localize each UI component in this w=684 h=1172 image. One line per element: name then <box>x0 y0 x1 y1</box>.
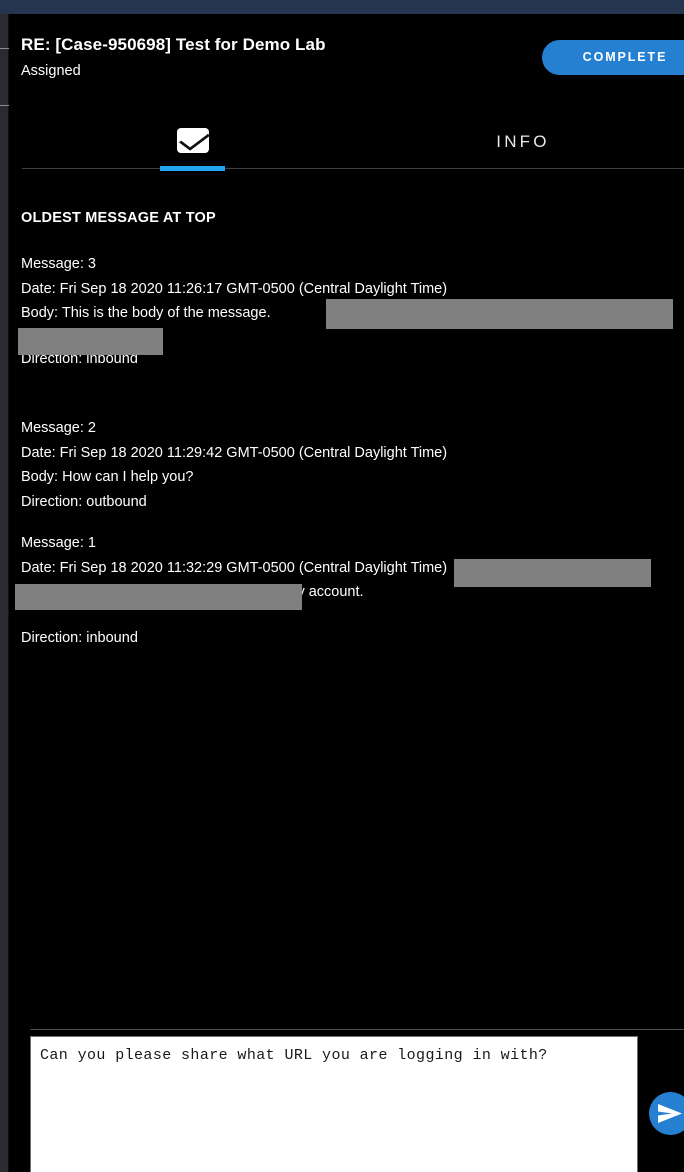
compose-area <box>10 1015 684 1172</box>
reply-input[interactable] <box>30 1036 638 1172</box>
redaction-bar <box>454 559 651 587</box>
page-title: RE: [Case-950698] Test for Demo Lab <box>21 35 326 54</box>
tab-info[interactable]: INFO <box>430 100 616 177</box>
tab-messages[interactable] <box>130 100 256 177</box>
main-panel: RE: [Case-950698] Test for Demo Lab Assi… <box>10 14 684 1172</box>
message-date: Date: Fri Sep 18 2020 11:26:17 GMT-0500 … <box>21 280 448 297</box>
message-item: Message: 2 Date: Fri Sep 18 2020 11:29:4… <box>21 416 684 514</box>
redaction-bar <box>15 584 302 610</box>
case-header: RE: [Case-950698] Test for Demo Lab Assi… <box>10 14 684 100</box>
redaction-bar <box>18 328 163 355</box>
message-date: Date: Fri Sep 18 2020 11:29:42 GMT-0500 … <box>21 444 448 461</box>
complete-button[interactable]: COMPLETE <box>542 40 684 75</box>
tab-bar: INFO <box>10 100 684 177</box>
case-detail-window: RE: [Case-950698] Test for Demo Lab Assi… <box>0 0 684 1172</box>
left-gutter-rail <box>0 14 9 1172</box>
message-number: Message: 2 <box>21 420 96 436</box>
tab-info-label: INFO <box>496 132 550 151</box>
send-paper-plane-icon <box>658 1104 682 1123</box>
rail-divider <box>0 48 9 49</box>
envelope-icon <box>177 128 209 153</box>
message-direction: Direction: outbound <box>21 493 147 510</box>
send-button[interactable] <box>649 1092 684 1135</box>
message-body: Body: How can I help you? <box>21 469 194 485</box>
compose-divider <box>30 1029 684 1030</box>
message-thread: OLDEST MESSAGE AT TOP Message: 3 Date: F… <box>10 177 684 1015</box>
rail-divider <box>0 105 9 106</box>
thread-heading: OLDEST MESSAGE AT TOP <box>21 210 216 226</box>
window-chrome-bar <box>0 0 684 14</box>
message-direction: Direction: inbound <box>21 629 138 646</box>
message-number: Message: 3 <box>21 256 96 272</box>
status-badge: Assigned <box>21 63 81 79</box>
redaction-bar <box>326 299 673 329</box>
active-tab-indicator <box>160 166 225 171</box>
message-number: Message: 1 <box>21 535 96 551</box>
